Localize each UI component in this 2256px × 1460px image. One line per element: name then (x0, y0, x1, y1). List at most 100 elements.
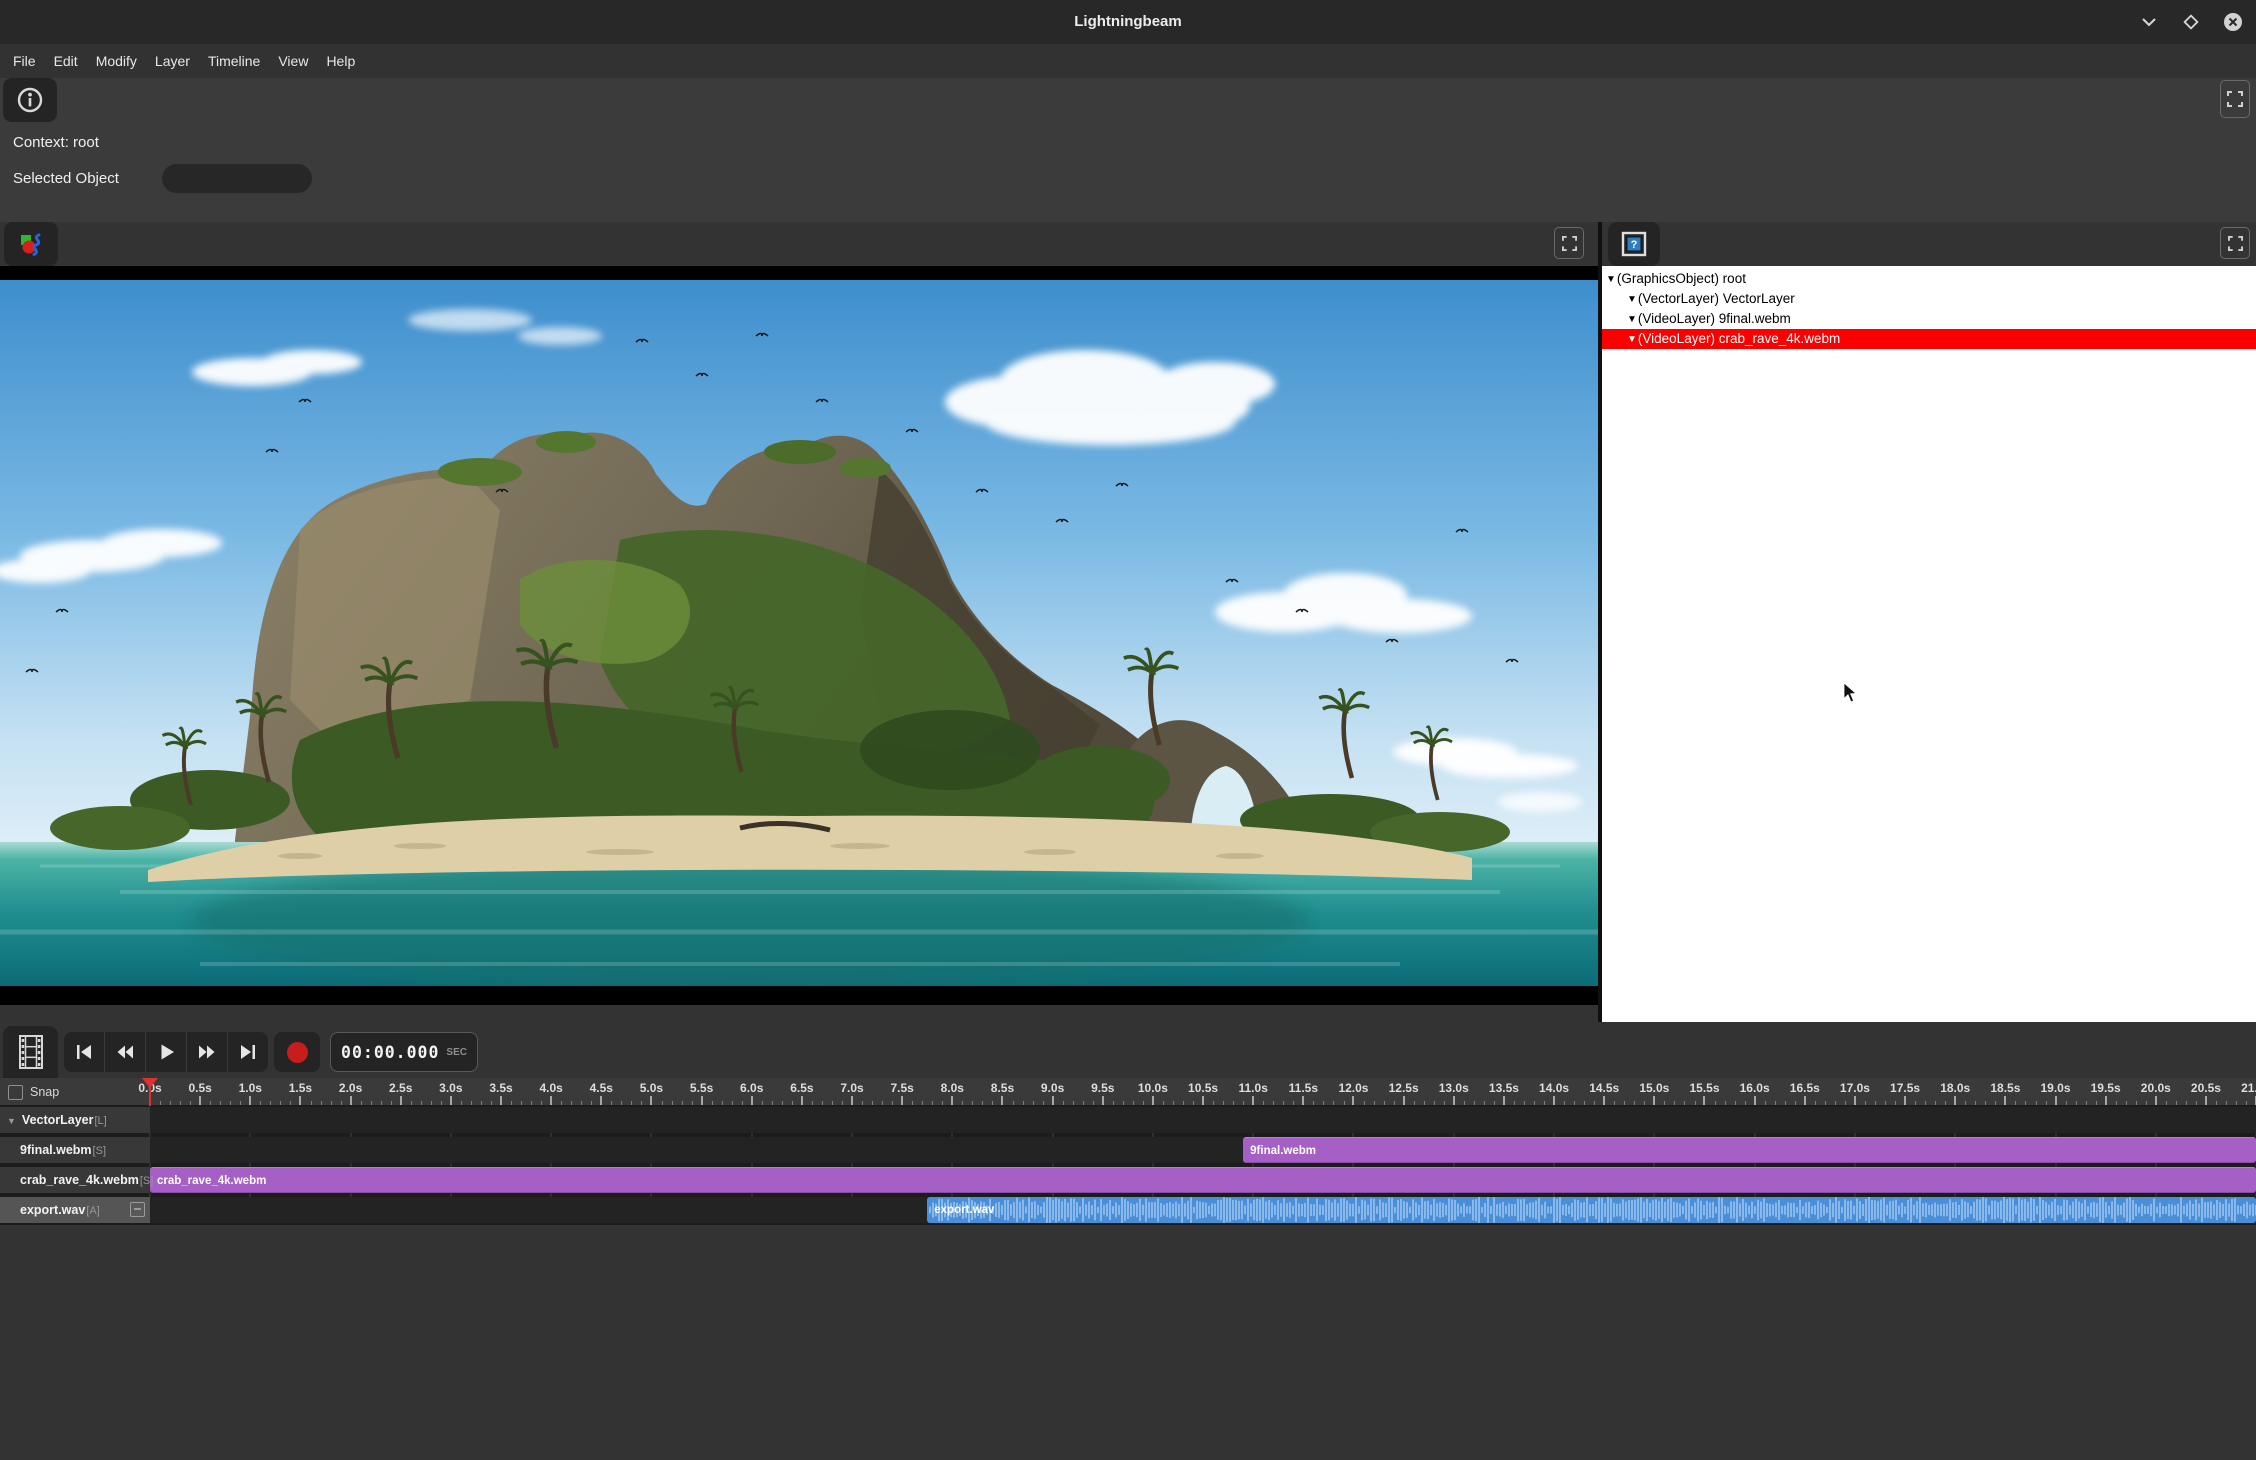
snap-label: Snap (30, 1085, 59, 1099)
track-expander-icon[interactable]: ▼ (7, 1116, 16, 1126)
track-label[interactable]: 9final.webm[S] (0, 1137, 150, 1163)
window-controls (2134, 0, 2248, 44)
video-clip[interactable]: 9final.webm (1243, 1137, 2256, 1163)
timeline-panel (0, 1005, 2256, 1460)
selected-object-field[interactable] (162, 164, 312, 193)
transport-controls (64, 1032, 268, 1072)
ruler-label: 2.5s (379, 1081, 423, 1095)
video-clip[interactable]: crab_rave_4k.webm (150, 1167, 2256, 1193)
timeline-tab[interactable] (3, 1026, 58, 1078)
close-button[interactable] (2218, 7, 2248, 37)
layer-tree-label: (VectorLayer) VectorLayer (1638, 291, 1795, 306)
fullscreen-icon (1562, 236, 1577, 251)
skip-to-end-button[interactable] (227, 1032, 268, 1072)
ruler-label: 11.0s (1231, 1081, 1275, 1095)
ruler-label: 3.0s (429, 1081, 473, 1095)
track-name: crab_rave_4k.webm (20, 1173, 139, 1187)
layer-panel-tab[interactable]: ? (1608, 222, 1660, 266)
audio-clip[interactable]: export.wav (927, 1197, 2256, 1223)
ruler-label: 12.0s (1331, 1081, 1375, 1095)
track-label[interactable]: export.wav[A] (0, 1197, 150, 1223)
track-name: export.wav (20, 1203, 85, 1217)
ruler-label: 2.0s (329, 1081, 373, 1095)
ruler-label: 21.0s (2234, 1081, 2256, 1095)
fullscreen-icon (2228, 236, 2243, 251)
ruler-label: 20.0s (2134, 1081, 2178, 1095)
broken-image-icon: ? (1620, 230, 1648, 258)
audio-waveform (927, 1197, 2256, 1223)
skip-to-end-icon (237, 1041, 259, 1063)
selected-object-label: Selected Object (13, 170, 119, 187)
track-type-tag: [S] (93, 1145, 106, 1157)
track-label[interactable]: ▼VectorLayer[L] (0, 1107, 150, 1133)
skip-to-start-icon (73, 1041, 95, 1063)
skip-to-start-button[interactable] (64, 1032, 104, 1072)
ruler-label: 6.5s (780, 1081, 824, 1095)
video-frame-island (0, 280, 1598, 986)
fast-forward-button[interactable] (186, 1032, 227, 1072)
clip-label: export.wav (927, 1204, 994, 1216)
layer-tree-item[interactable]: ▼(VectorLayer) VectorLayer (1602, 289, 2256, 309)
menu-file[interactable]: File (4, 44, 45, 78)
menu-bar: FileEditModifyLayerTimelineViewHelp (0, 44, 2256, 78)
layer-tree-item[interactable]: ▼(VideoLayer) crab_rave_4k.webm (1602, 329, 2256, 349)
ruler-label: 11.5s (1281, 1081, 1325, 1095)
ruler-label: 18.5s (1983, 1081, 2027, 1095)
track-row[interactable]: export.wav (0, 1197, 2256, 1223)
info-fullscreen-button[interactable] (2220, 80, 2250, 118)
ruler-label: 8.0s (930, 1081, 974, 1095)
ruler-label: 13.0s (1432, 1081, 1476, 1095)
timeline-ruler[interactable]: Snap 0.0s0.5s1.0s1.5s2.0s2.5s3.0s3.5s4.0… (0, 1078, 2256, 1106)
rewind-icon (114, 1041, 136, 1063)
ruler-label: 14.0s (1532, 1081, 1576, 1095)
track-label[interactable]: crab_rave_4k.webm[S] (0, 1167, 150, 1193)
menu-edit[interactable]: Edit (45, 44, 87, 78)
close-icon (2222, 11, 2244, 33)
expander-icon[interactable]: ▼ (1627, 314, 1637, 325)
track-name: 9final.webm (20, 1143, 92, 1157)
track-row[interactable]: crab_rave_4k.webm (0, 1167, 2256, 1193)
menu-modify[interactable]: Modify (87, 44, 146, 78)
expander-icon[interactable]: ▼ (1606, 274, 1616, 285)
ruler-label: 0.5s (178, 1081, 222, 1095)
maximize-button[interactable] (2176, 7, 2206, 37)
track-mute-checkbox[interactable] (130, 1202, 145, 1217)
layer-tree: ▼(GraphicsObject) root▼(VectorLayer) Vec… (1602, 266, 2256, 1022)
time-unit-label: SEC (446, 1047, 467, 1058)
layer-tree-label: (GraphicsObject) root (1617, 271, 1746, 286)
snap-checkbox[interactable] (8, 1085, 23, 1100)
expander-icon[interactable]: ▼ (1627, 334, 1637, 345)
track-row[interactable] (0, 1107, 2256, 1133)
expander-icon[interactable]: ▼ (1627, 294, 1637, 305)
stage-viewport[interactable] (0, 266, 1598, 1005)
record-button[interactable] (274, 1032, 320, 1072)
window-title: Lightningbeam (0, 0, 2256, 44)
menu-help[interactable]: Help (317, 44, 364, 78)
info-icon (16, 86, 44, 114)
track-name: VectorLayer (22, 1113, 94, 1127)
layer-tree-item[interactable]: ▼(GraphicsObject) root (1602, 269, 2256, 289)
stage-fullscreen-button[interactable] (1554, 227, 1584, 259)
diamond-icon (2181, 12, 2201, 32)
menu-timeline[interactable]: Timeline (199, 44, 269, 78)
play-button[interactable] (145, 1032, 186, 1072)
ruler-label: 17.5s (1883, 1081, 1927, 1095)
ruler-label: 15.5s (1682, 1081, 1726, 1095)
layer-panel-fullscreen-button[interactable] (2220, 227, 2250, 259)
minimize-button[interactable] (2134, 7, 2164, 37)
shapes-icon (18, 231, 45, 258)
menu-view[interactable]: View (269, 44, 317, 78)
ruler-label: 9.5s (1081, 1081, 1125, 1095)
ruler-label: 9.0s (1031, 1081, 1075, 1095)
playhead-line (149, 1079, 151, 1106)
layer-tree-item[interactable]: ▼(VideoLayer) 9final.webm (1602, 309, 2256, 329)
rewind-button[interactable] (104, 1032, 145, 1072)
clip-label: 9final.webm (1243, 1145, 1316, 1157)
stage-tab[interactable] (4, 222, 58, 266)
ruler-label: 16.0s (1733, 1081, 1777, 1095)
info-tab[interactable] (3, 78, 57, 122)
ruler-label: 7.5s (880, 1081, 924, 1095)
track-row[interactable]: 9final.webm (0, 1137, 2256, 1163)
ruler-label: 6.0s (730, 1081, 774, 1095)
menu-layer[interactable]: Layer (146, 44, 199, 78)
